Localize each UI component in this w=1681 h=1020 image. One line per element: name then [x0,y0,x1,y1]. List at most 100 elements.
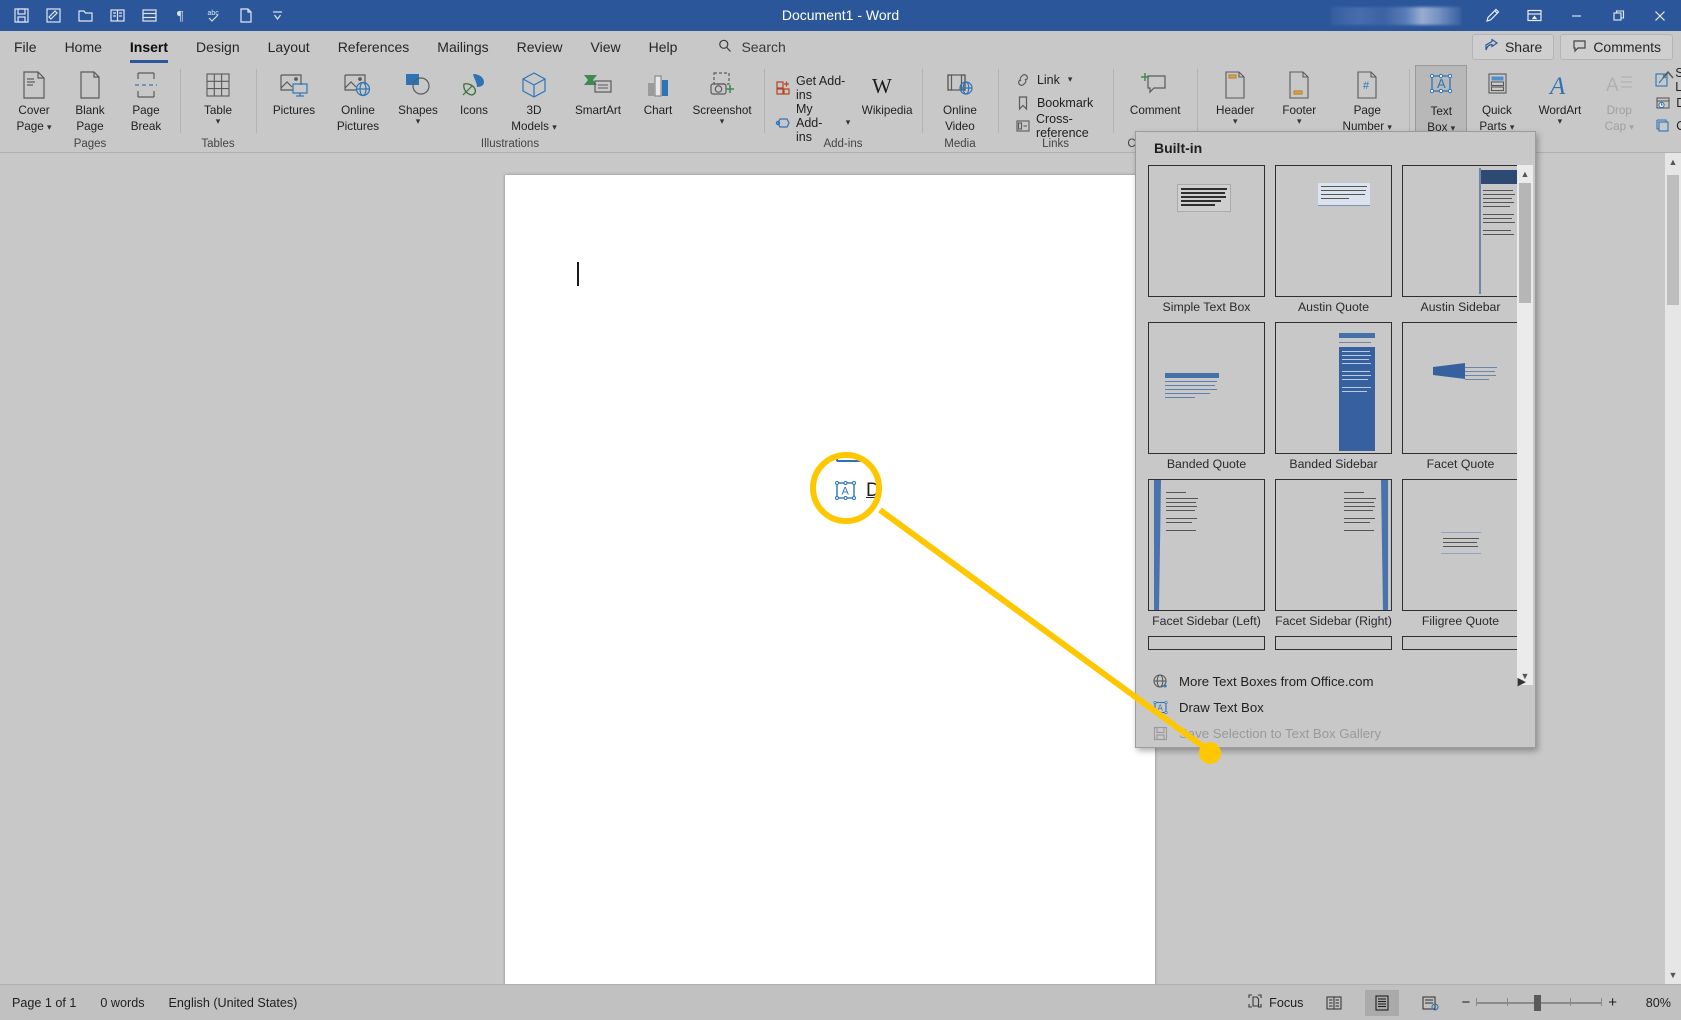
tab-layout[interactable]: Layout [254,31,324,63]
get-addins-button[interactable]: Get Add-ins [772,74,856,102]
document-page[interactable] [505,175,1155,990]
scroll-up-icon[interactable]: ▲ [1665,153,1681,171]
chevron-down-icon[interactable]: ▾ [47,122,52,132]
gallery-item-banded-quote[interactable]: Banded Quote [1148,322,1265,475]
page-number-button[interactable]: # Page Number ▾ [1331,65,1403,133]
customize-qat-icon[interactable] [262,2,292,29]
chevron-down-icon[interactable]: ▾ [1629,122,1634,132]
menu-item-more-text-boxes[interactable]: More Text Boxes from Office.com ▶ [1137,668,1536,694]
autosave-icon[interactable] [38,2,68,29]
zoom-in-button[interactable]: + [1608,994,1617,1011]
chevron-down-icon[interactable]: ▾ [1233,117,1238,126]
menu-item-draw-text-box[interactable]: A Draw Text Box [1137,694,1536,720]
open-icon[interactable] [70,2,100,29]
wordart-button[interactable]: A WordArt ▾ [1527,65,1594,133]
gallery-item-partial[interactable] [1275,636,1392,650]
chart-button[interactable]: Chart [630,65,686,133]
share-button[interactable]: Share [1471,34,1555,60]
icons-button[interactable]: Icons [446,65,502,133]
close-icon[interactable] [1639,0,1681,31]
online-pictures-button[interactable]: Online Pictures [326,65,390,133]
ribbon-display-options-icon[interactable] [1513,0,1555,31]
tab-home[interactable]: Home [51,31,116,63]
chevron-down-icon[interactable]: ▾ [846,117,851,128]
new-doc-icon[interactable] [230,2,260,29]
word-count-label[interactable]: 0 words [100,996,144,1010]
new-comment-button[interactable]: Comment [1119,65,1191,133]
footer-button[interactable]: Footer ▾ [1267,65,1331,133]
pen-icon[interactable] [1471,0,1513,31]
view-read-mode-button[interactable] [1317,990,1351,1016]
language-label[interactable]: English (United States) [169,996,298,1010]
bookmark-button[interactable]: Bookmark [1012,92,1099,113]
search-box[interactable]: Search [717,38,786,57]
chevron-down-icon[interactable]: ▾ [1558,117,1563,126]
gallery-item-facet-sidebar-left[interactable]: Facet Sidebar (Left) [1148,479,1265,632]
text-box-button[interactable]: A Text Box ▾ [1415,65,1468,135]
tab-review[interactable]: Review [503,31,577,63]
header-button[interactable]: Header ▾ [1203,65,1267,133]
view-print-layout-button[interactable] [1365,989,1400,1016]
screenshot-button[interactable]: Screenshot ▾ [686,65,758,133]
zoom-thumb[interactable] [1534,994,1542,1011]
gallery-scrollbar[interactable]: ▲ ▼ [1517,165,1533,685]
chevron-down-icon[interactable]: ▾ [720,117,725,126]
table-button[interactable]: Table ▾ [186,65,250,133]
drop-cap-button[interactable]: A Drop Cap ▾ [1593,65,1645,133]
tab-references[interactable]: References [324,31,424,63]
date-time-button[interactable]: Date & Time [1651,92,1681,113]
wikipedia-button[interactable]: W Wikipedia [858,65,916,133]
smartart-button[interactable]: SmartArt [566,65,630,133]
focus-mode-button[interactable]: Focus [1247,993,1303,1012]
gallery-item-filigree-quote[interactable]: Filigree Quote [1402,479,1519,632]
tab-view[interactable]: View [577,31,635,63]
zoom-track[interactable] [1476,994,1603,1011]
zoom-out-button[interactable]: − [1461,994,1470,1011]
read-mode-icon[interactable] [102,2,132,29]
tab-design[interactable]: Design [182,31,254,63]
pictures-button[interactable]: Pictures [262,65,326,133]
chevron-down-icon[interactable]: ▾ [416,117,421,126]
page-break-button[interactable]: Page Break [118,65,174,133]
chevron-down-icon[interactable]: ▾ [1297,117,1302,126]
gallery-item-facet-sidebar-right[interactable]: Facet Sidebar (Right) [1275,479,1392,632]
chevron-down-icon[interactable]: ▾ [552,122,557,132]
zoom-level-label[interactable]: 80% [1631,996,1671,1010]
account-name-blurred[interactable] [1331,6,1461,25]
3d-models-button[interactable]: 3D Models ▾ [502,65,566,133]
table-icon[interactable] [134,2,164,29]
quick-parts-button[interactable]: Quick Parts ▾ [1467,65,1526,133]
gallery-item-partial[interactable] [1402,636,1519,650]
collapse-ribbon-icon[interactable] [1661,69,1675,83]
gallery-item-facet-quote[interactable]: Facet Quote [1402,322,1519,475]
save-icon[interactable] [6,2,36,29]
my-addins-button[interactable]: My Add-ins ▾ [772,102,856,144]
minimize-icon[interactable] [1555,0,1597,31]
gallery-item-simple-text-box[interactable]: Simple Text Box [1148,165,1265,318]
link-button[interactable]: Link ▾ [1012,69,1099,90]
page-count-label[interactable]: Page 1 of 1 [12,996,76,1010]
vertical-scrollbar[interactable]: ▲ ▼ [1665,153,1681,984]
tab-insert[interactable]: Insert [116,31,182,63]
comments-button[interactable]: Comments [1560,34,1673,60]
paragraph-mark-icon[interactable]: ¶ [166,2,196,29]
cover-page-button[interactable]: Cover Page ▾ [6,65,62,133]
scrollbar-thumb[interactable] [1667,175,1679,305]
view-web-layout-button[interactable] [1413,990,1447,1016]
gallery-item-partial[interactable] [1148,636,1265,650]
tab-help[interactable]: Help [635,31,692,63]
restore-icon[interactable] [1597,0,1639,31]
chevron-down-icon[interactable]: ▾ [216,117,221,126]
gallery-item-austin-quote[interactable]: Austin Quote [1275,165,1392,318]
gallery-item-austin-sidebar[interactable]: Austin Sidebar [1402,165,1519,318]
tab-file[interactable]: File [0,31,51,63]
tab-mailings[interactable]: Mailings [423,31,502,63]
shapes-button[interactable]: Shapes ▾ [390,65,446,133]
cross-reference-button[interactable]: Cross-reference [1012,112,1099,140]
zoom-slider[interactable]: − + [1461,994,1617,1011]
chevron-right-icon[interactable]: ▶ [1518,675,1526,688]
object-button[interactable]: Object ▾ [1651,115,1681,136]
online-video-button[interactable]: Online Video [928,65,992,133]
gallery-scrollbar-thumb[interactable] [1519,183,1531,303]
scroll-down-icon[interactable]: ▼ [1665,966,1681,984]
